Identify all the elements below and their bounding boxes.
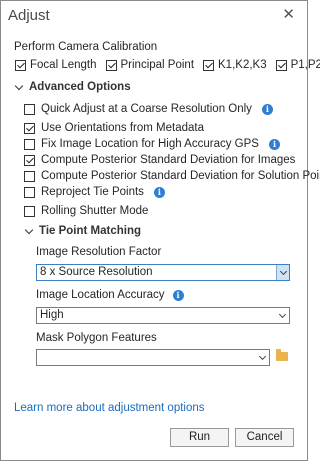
resolution-factor-label: Image Resolution Factor: [36, 246, 162, 258]
reproject-tie-points-option[interactable]: Reproject Tie Points i: [24, 186, 165, 198]
camera-calibration-options: Focal Length Principal Point K1,K2,K3 P1…: [15, 59, 320, 71]
mask-polygon-label: Mask Polygon Features: [36, 332, 157, 344]
use-orientations-label: Use Orientations from Metadata: [41, 122, 204, 134]
location-accuracy-value: High: [40, 309, 64, 321]
principal-point-label: Principal Point: [120, 59, 195, 71]
info-icon[interactable]: i: [172, 289, 184, 301]
mask-polygon-select[interactable]: [36, 349, 270, 366]
chevron-down-icon: [258, 352, 267, 361]
rolling-shutter-checkbox[interactable]: [24, 205, 35, 217]
posterior-solution-points-label: Compute Posterior Standard Deviation for…: [41, 170, 320, 182]
info-icon[interactable]: i: [153, 186, 165, 198]
chevron-down-icon: [24, 225, 34, 234]
chevron-down-icon: [14, 81, 24, 90]
focal-length-option[interactable]: Focal Length: [15, 59, 97, 71]
fix-image-location-option[interactable]: Fix Image Location for High Accuracy GPS…: [24, 138, 280, 150]
location-accuracy-header: Image Location Accuracy i: [36, 289, 184, 301]
advanced-options-label: Advanced Options: [29, 81, 131, 93]
posterior-images-label: Compute Posterior Standard Deviation for…: [41, 154, 296, 166]
reproject-tie-points-label: Reproject Tie Points: [41, 186, 144, 198]
fix-image-location-label: Fix Image Location for High Accuracy GPS: [41, 138, 259, 150]
k-coefficients-label: K1,K2,K3: [218, 59, 267, 71]
resolution-dropdown-button[interactable]: [276, 265, 289, 280]
k-coefficients-checkbox[interactable]: [203, 59, 215, 71]
reproject-tie-points-checkbox[interactable]: [24, 186, 35, 198]
close-icon[interactable]: ✕: [282, 7, 295, 22]
resolution-factor-value: 8 x Source Resolution: [40, 266, 153, 278]
dialog-title: Adjust: [8, 7, 50, 24]
tie-point-matching-header[interactable]: Tie Point Matching: [24, 225, 142, 237]
adjust-dialog: Adjust ✕ Perform Camera Calibration Foca…: [0, 0, 320, 461]
info-icon[interactable]: i: [261, 103, 273, 115]
location-accuracy-label: Image Location Accuracy: [36, 289, 165, 301]
p-coefficients-checkbox[interactable]: [275, 59, 287, 71]
chevron-down-icon: [279, 267, 288, 276]
use-orientations-option[interactable]: Use Orientations from Metadata: [24, 122, 204, 134]
fix-image-location-checkbox[interactable]: [24, 138, 35, 150]
k-coefficients-option[interactable]: K1,K2,K3: [203, 59, 267, 71]
run-button[interactable]: Run: [170, 428, 229, 447]
focal-length-checkbox[interactable]: [15, 59, 26, 71]
rolling-shutter-label: Rolling Shutter Mode: [41, 205, 149, 217]
advanced-options-header[interactable]: Advanced Options: [14, 81, 131, 93]
tie-point-matching-label: Tie Point Matching: [39, 225, 142, 237]
principal-point-checkbox[interactable]: [105, 59, 117, 71]
posterior-images-checkbox[interactable]: [24, 154, 35, 166]
focal-length-label: Focal Length: [30, 59, 97, 71]
camera-calibration-label: Perform Camera Calibration: [14, 41, 158, 53]
learn-more-link[interactable]: Learn more about adjustment options: [14, 402, 205, 414]
posterior-solution-points-option[interactable]: Compute Posterior Standard Deviation for…: [24, 170, 320, 182]
posterior-images-option[interactable]: Compute Posterior Standard Deviation for…: [24, 154, 295, 166]
cancel-button[interactable]: Cancel: [235, 428, 294, 447]
posterior-solution-points-checkbox[interactable]: [24, 170, 35, 182]
quick-adjust-label: Quick Adjust at a Coarse Resolution Only: [41, 103, 252, 115]
p-coefficients-label: P1,P2: [290, 59, 320, 71]
location-accuracy-select[interactable]: High: [36, 307, 290, 324]
rolling-shutter-option[interactable]: Rolling Shutter Mode: [24, 205, 148, 217]
folder-icon[interactable]: [276, 349, 288, 361]
p-coefficients-option[interactable]: P1,P2: [275, 59, 320, 71]
resolution-factor-select[interactable]: 8 x Source Resolution: [36, 264, 290, 281]
chevron-down-icon: [278, 310, 287, 319]
principal-point-option[interactable]: Principal Point: [105, 59, 195, 71]
quick-adjust-option[interactable]: Quick Adjust at a Coarse Resolution Only…: [24, 103, 273, 115]
quick-adjust-checkbox[interactable]: [24, 103, 35, 115]
use-orientations-checkbox[interactable]: [24, 122, 35, 134]
info-icon[interactable]: i: [268, 138, 280, 150]
